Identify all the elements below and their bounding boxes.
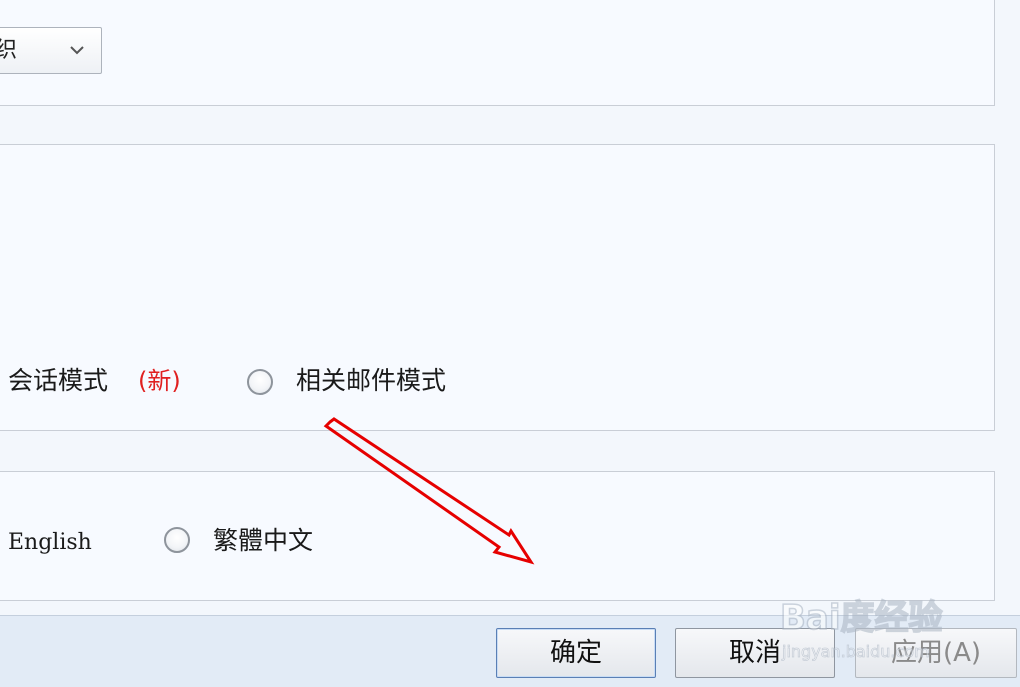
dropdown-value: 织 — [0, 38, 18, 63]
annotation-arrow-icon — [323, 417, 535, 565]
related-mail-mode-label[interactable]: 相关邮件模式 — [296, 366, 446, 396]
chevron-down-icon — [70, 46, 84, 55]
setting-dropdown[interactable]: 织 — [0, 27, 102, 74]
baidu-watermark: Bai度经验 jingyan.baidu.com — [779, 576, 1010, 676]
watermark-url: jingyan.baidu.com — [782, 642, 930, 662]
english-label[interactable]: English — [8, 528, 92, 558]
traditional-chinese-radio[interactable] — [164, 527, 190, 553]
new-badge: (新) — [138, 367, 181, 395]
ok-button[interactable]: 确定 — [496, 628, 656, 678]
conversation-mode-label[interactable]: 会话模式 — [8, 366, 108, 396]
top-settings-panel — [0, 0, 995, 106]
related-mail-mode-radio[interactable] — [247, 369, 273, 395]
watermark-brand: Bai度经验 — [779, 597, 943, 639]
traditional-chinese-label[interactable]: 繁體中文 — [213, 526, 313, 556]
